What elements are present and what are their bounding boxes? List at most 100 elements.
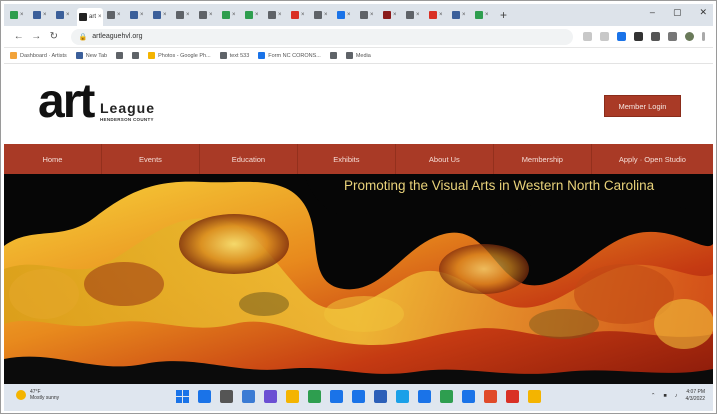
bookmark-favicon-icon	[75, 52, 83, 59]
close-tab-icon[interactable]: ×	[370, 12, 374, 18]
browser-tab[interactable]: ×	[8, 7, 29, 23]
taskbar-app-icon[interactable]	[506, 390, 519, 403]
minimize-button[interactable]: –	[650, 7, 655, 18]
nav-item-apply-open-studio[interactable]: Apply · Open Studio	[592, 144, 713, 174]
taskbar-app-icon[interactable]	[308, 390, 321, 403]
bookmark-item[interactable]: Form NC CORONS...	[258, 52, 321, 59]
browser-tab[interactable]: ×	[312, 7, 333, 23]
browser-tab[interactable]: ×	[151, 7, 172, 23]
network-icon[interactable]: ■	[663, 393, 666, 399]
extension-icon[interactable]	[616, 32, 626, 41]
taskbar-app-icon[interactable]	[374, 390, 387, 403]
nav-item-membership[interactable]: Membership	[494, 144, 592, 174]
weather-widget[interactable]: 47°F Mostly sunny	[16, 389, 59, 401]
extension-icon[interactable]	[650, 32, 660, 41]
clock[interactable]: 4:07 PM 4/3/2022	[686, 389, 705, 402]
menu-icon[interactable]	[701, 32, 705, 41]
close-tab-icon[interactable]: ×	[255, 12, 259, 18]
browser-tab[interactable]: ×	[427, 7, 448, 23]
taskbar-app-icon[interactable]	[242, 390, 255, 403]
close-tab-icon[interactable]: ×	[393, 12, 397, 18]
close-tab-icon[interactable]: ×	[66, 12, 70, 18]
close-tab-icon[interactable]: ×	[347, 12, 351, 18]
chevron-up-icon[interactable]: ⌃	[651, 393, 656, 399]
browser-tab[interactable]: art ×	[77, 8, 103, 26]
bookmark-item[interactable]: text 533	[219, 52, 249, 59]
back-button[interactable]: ←	[12, 31, 26, 42]
browser-tab[interactable]: ×	[266, 7, 287, 23]
close-tab-icon[interactable]: ×	[209, 12, 213, 18]
nav-item-about-us[interactable]: About Us	[396, 144, 494, 174]
close-tab-icon[interactable]: ×	[20, 12, 24, 18]
extension-icon[interactable]	[667, 32, 677, 41]
taskbar-app-icon[interactable]	[352, 390, 365, 403]
browser-tab[interactable]: ×	[197, 7, 218, 23]
browser-tab[interactable]: ×	[243, 7, 264, 23]
close-tab-icon[interactable]: ×	[98, 14, 102, 20]
browser-tab[interactable]: ×	[381, 7, 402, 23]
close-tab-icon[interactable]: ×	[232, 12, 236, 18]
close-tab-icon[interactable]: ×	[301, 12, 305, 18]
taskbar-app-icon[interactable]	[220, 390, 233, 403]
close-tab-icon[interactable]: ×	[43, 12, 47, 18]
maximize-button[interactable]: ▢	[673, 7, 682, 18]
share-icon[interactable]	[582, 32, 592, 41]
nav-item-education[interactable]: Education	[200, 144, 298, 174]
profile-avatar-icon[interactable]	[684, 32, 694, 41]
close-window-button[interactable]: ✕	[699, 7, 707, 18]
extension-icon[interactable]	[633, 32, 643, 41]
close-tab-icon[interactable]: ×	[117, 12, 121, 18]
new-tab-button[interactable]: +	[500, 8, 507, 22]
reload-button[interactable]: ↻	[47, 31, 61, 42]
forward-button[interactable]: →	[30, 31, 44, 42]
close-tab-icon[interactable]: ×	[485, 12, 489, 18]
browser-tab[interactable]: ×	[54, 7, 75, 23]
bookmark-item[interactable]: Media	[345, 52, 371, 59]
browser-tab[interactable]: ×	[473, 7, 494, 23]
tab-favicon-icon	[130, 11, 138, 19]
bookmark-item[interactable]	[329, 52, 337, 59]
close-tab-icon[interactable]: ×	[140, 12, 144, 18]
browser-tab[interactable]: ×	[450, 7, 471, 23]
close-tab-icon[interactable]: ×	[278, 12, 282, 18]
browser-tab[interactable]: ×	[31, 7, 52, 23]
browser-tab[interactable]: ×	[289, 7, 310, 23]
bookmark-item[interactable]: Dashboard · Artists	[10, 52, 67, 59]
close-tab-icon[interactable]: ×	[324, 12, 328, 18]
close-tab-icon[interactable]: ×	[439, 12, 443, 18]
browser-tab[interactable]: ×	[358, 7, 379, 23]
nav-item-events[interactable]: Events	[102, 144, 200, 174]
close-tab-icon[interactable]: ×	[186, 12, 190, 18]
art-league-logo[interactable]: art League HENDERSON COUNTY	[38, 78, 178, 132]
taskbar-app-icon[interactable]	[330, 390, 343, 403]
browser-tab[interactable]: ×	[404, 7, 425, 23]
nav-item-home[interactable]: Home	[4, 144, 102, 174]
taskbar-app-icon[interactable]	[418, 390, 431, 403]
member-login-button[interactable]: Member Login	[604, 95, 681, 117]
taskbar-app-icon[interactable]	[198, 390, 211, 403]
close-tab-icon[interactable]: ×	[163, 12, 167, 18]
browser-tab[interactable]: ×	[105, 7, 126, 23]
taskbar-app-icon[interactable]	[440, 390, 453, 403]
bookmark-item[interactable]	[116, 52, 124, 59]
taskbar-app-icon[interactable]	[484, 390, 497, 403]
browser-tab[interactable]: ×	[220, 7, 241, 23]
taskbar-app-icon[interactable]	[286, 390, 299, 403]
browser-tab[interactable]: ×	[335, 7, 356, 23]
volume-icon[interactable]: ♪	[675, 393, 678, 399]
taskbar-app-icon[interactable]	[264, 390, 277, 403]
bookmark-item[interactable]: New Tab	[75, 52, 107, 59]
close-tab-icon[interactable]: ×	[416, 12, 420, 18]
browser-tab[interactable]: ×	[174, 7, 195, 23]
star-icon[interactable]	[599, 32, 609, 41]
taskbar-app-icon[interactable]	[528, 390, 541, 403]
address-bar[interactable]: 🔒 artleaguehvl.org	[70, 28, 573, 45]
taskbar-app-icon[interactable]	[396, 390, 409, 403]
browser-tab[interactable]: ×	[128, 7, 149, 23]
windows-start-icon[interactable]	[176, 390, 189, 403]
bookmark-item[interactable]	[132, 52, 140, 59]
taskbar-app-icon[interactable]	[462, 390, 475, 403]
nav-item-exhibits[interactable]: Exhibits	[298, 144, 396, 174]
close-tab-icon[interactable]: ×	[462, 12, 466, 18]
bookmark-item[interactable]: Photos - Google Ph...	[148, 52, 211, 59]
